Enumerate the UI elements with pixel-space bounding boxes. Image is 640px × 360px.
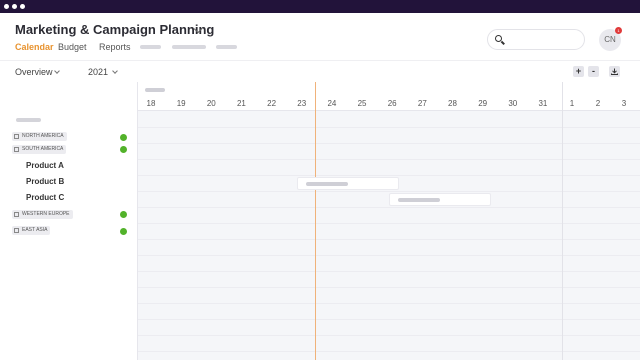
grid-line: [138, 191, 640, 192]
grid-line: [138, 335, 640, 336]
status-indicator: [120, 228, 127, 235]
date-label: 29: [478, 99, 488, 108]
chevron-down-icon[interactable]: [54, 68, 60, 74]
grid-line: [138, 271, 640, 272]
window-dot-icon[interactable]: [4, 4, 9, 9]
tab-placeholder[interactable]: [172, 45, 206, 49]
page-title: Marketing & Campaign Planning: [15, 22, 215, 37]
grid-line: [138, 159, 640, 160]
download-icon[interactable]: [609, 66, 620, 77]
date-label: 2: [595, 99, 601, 108]
region-tag-north-america[interactable]: NORTH AMERICA: [12, 132, 67, 141]
date-label: 20: [206, 99, 216, 108]
today-marker: [315, 82, 316, 360]
region-tag-east-asia[interactable]: EAST ASIA: [12, 226, 51, 235]
date-label: 28: [448, 99, 457, 108]
window-dot-icon[interactable]: [12, 4, 17, 9]
header-divider: [0, 60, 640, 61]
timeline-grid[interactable]: [137, 111, 640, 360]
notification-badge: 1: [615, 27, 622, 34]
date-label: 25: [357, 99, 367, 108]
task-bar-label: [306, 182, 348, 186]
date-label: 30: [508, 99, 518, 108]
view-select[interactable]: Overview: [15, 67, 53, 77]
date-label: 21: [236, 99, 246, 108]
building-icon: [14, 212, 19, 217]
date-label: 18: [146, 99, 156, 108]
building-icon: [14, 134, 19, 139]
tab-reports[interactable]: Reports: [99, 42, 131, 52]
grid-line: [138, 303, 640, 304]
region-label: SOUTH AMERICA: [22, 146, 64, 152]
year-select[interactable]: 2021: [88, 67, 108, 77]
month-label: [145, 88, 165, 92]
date-label: 1: [569, 99, 575, 108]
grid-line: [138, 127, 640, 128]
date-label: 26: [387, 99, 397, 108]
grid-line: [138, 207, 640, 208]
task-bar[interactable]: [389, 193, 491, 206]
product-item[interactable]: Product B: [26, 177, 64, 186]
building-icon: [14, 228, 19, 233]
status-indicator: [120, 211, 127, 218]
status-indicator: [120, 146, 127, 153]
search-icon-handle: [501, 40, 505, 45]
grid-line: [138, 175, 640, 176]
region-label: EAST ASIA: [22, 227, 48, 233]
date-label: 22: [267, 99, 277, 108]
date-label: 19: [176, 99, 186, 108]
date-label: 24: [327, 99, 337, 108]
region-label: WESTERN EUROPE: [22, 211, 70, 217]
task-bar-label: [398, 198, 440, 202]
grid-line: [138, 319, 640, 320]
tab-placeholder[interactable]: [140, 45, 161, 49]
grid-line: [138, 287, 640, 288]
chevron-down-icon[interactable]: [112, 68, 118, 74]
list-header: [16, 118, 41, 122]
grid-line: [138, 351, 640, 352]
month-separator: [562, 82, 563, 360]
product-item[interactable]: Product A: [26, 161, 64, 170]
tab-budget[interactable]: Budget: [58, 42, 87, 52]
region-label: NORTH AMERICA: [22, 133, 64, 139]
region-tag-western-europe[interactable]: WESTERN EUROPE: [12, 210, 73, 219]
tab-calendar[interactable]: Calendar: [15, 42, 54, 52]
search-input[interactable]: [487, 29, 585, 50]
tab-placeholder[interactable]: [216, 45, 237, 49]
status-indicator: [120, 134, 127, 141]
date-label: 23: [297, 99, 307, 108]
zoom-in-button[interactable]: +: [573, 66, 584, 77]
window-dot-icon[interactable]: [20, 4, 25, 9]
zoom-out-button[interactable]: -: [588, 66, 599, 77]
date-label: 27: [417, 99, 427, 108]
building-icon: [14, 147, 19, 152]
date-label: 3: [621, 99, 627, 108]
date-label: 31: [538, 99, 548, 108]
grid-line: [138, 239, 640, 240]
grid-line: [138, 223, 640, 224]
grid-line: [138, 255, 640, 256]
task-bar[interactable]: [297, 177, 399, 190]
region-tag-south-america[interactable]: SOUTH AMERICA: [12, 145, 67, 154]
product-item[interactable]: Product C: [26, 193, 64, 202]
window-titlebar: [0, 0, 640, 13]
grid-line: [138, 143, 640, 144]
